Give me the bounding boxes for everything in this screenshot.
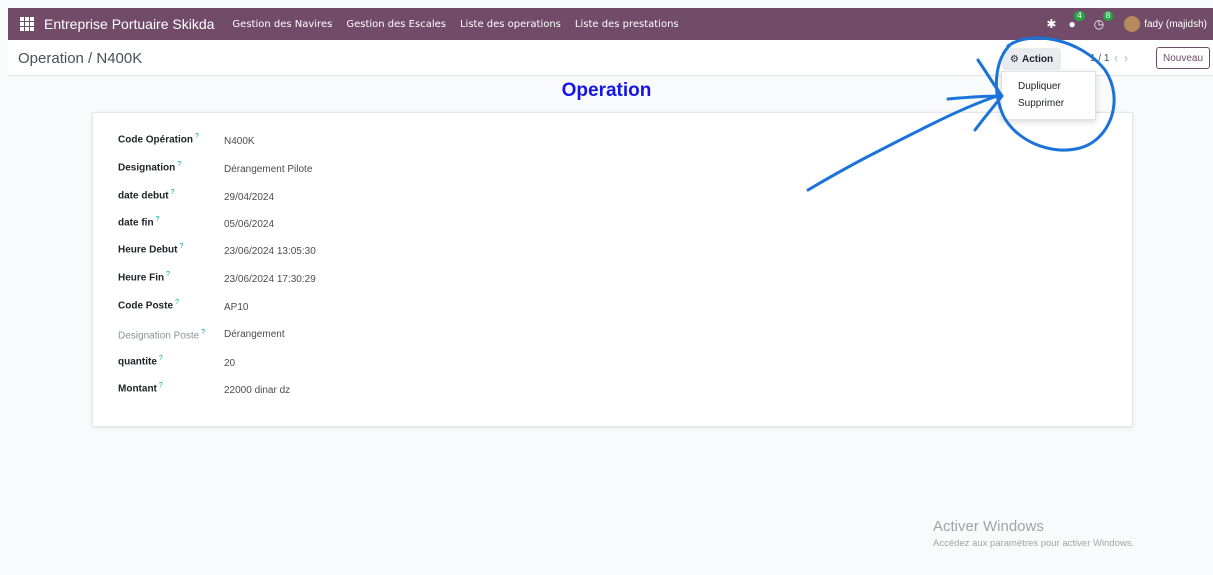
menu-item-operations[interactable]: Liste des operations (460, 19, 561, 30)
field-code-poste: Code Poste? AP10 (118, 299, 248, 313)
field-value[interactable]: 23/06/2024 13:05:30 (224, 246, 316, 257)
field-value[interactable]: AP10 (224, 302, 248, 313)
delete-menu-item[interactable]: Supprimer (1002, 95, 1095, 112)
field-value[interactable]: 05/06/2024 (224, 219, 274, 230)
field-label: date debut? (118, 189, 175, 202)
action-button[interactable]: ⚙ Action (1002, 48, 1062, 70)
field-value[interactable]: 23/06/2024 17:30:29 (224, 274, 316, 285)
field-date-debut: date debut? 29/04/2024 (118, 189, 274, 203)
windows-activation-watermark: Activer Windows Accédez aux paramètres p… (933, 518, 1134, 549)
menu-item-navires[interactable]: Gestion des Navires (232, 19, 332, 30)
new-button[interactable]: Nouveau (1156, 47, 1211, 69)
field-value[interactable]: 20 (224, 358, 235, 369)
help-icon[interactable]: ? (195, 133, 199, 140)
help-icon[interactable]: ? (201, 329, 205, 336)
user-menu[interactable]: fady (majidsh) (1124, 16, 1207, 32)
field-quantite: quantite? 20 (118, 355, 235, 369)
field-label: Code Opération? (118, 133, 199, 146)
field-value: Dérangement (224, 329, 285, 340)
help-icon[interactable]: ? (166, 271, 170, 278)
watermark-title: Activer Windows (933, 518, 1044, 535)
bug-icon[interactable]: ✱ (1046, 17, 1056, 31)
chevron-left-icon[interactable]: ‹ (1114, 51, 1124, 65)
form-sheet: Code Opération? N400K Designation? Déran… (92, 112, 1133, 427)
field-label: Montant? (118, 382, 163, 395)
messages-badge: 4 (1074, 11, 1085, 21)
chevron-right-icon[interactable]: › (1124, 51, 1134, 65)
field-label: Code Poste? (118, 299, 179, 312)
app-brand[interactable]: Entreprise Portuaire Skikda (44, 16, 214, 32)
activities-clock-icon[interactable]: ◷ 8 (1094, 11, 1114, 31)
help-icon[interactable]: ? (156, 216, 160, 223)
menu-item-prestations[interactable]: Liste des prestations (575, 19, 679, 30)
field-code-operation: Code Opération? N400K (118, 133, 255, 147)
activities-badge: 8 (1102, 11, 1114, 21)
help-icon[interactable]: ? (159, 382, 163, 389)
avatar (1124, 16, 1141, 32)
field-heure-fin: Heure Fin? 23/06/2024 17:30:29 (118, 271, 316, 285)
messages-icon[interactable]: ● 4 (1068, 11, 1085, 31)
field-value[interactable]: Dérangement Pilote (224, 164, 312, 175)
field-label: quantite? (118, 355, 163, 368)
top-navbar: Entreprise Portuaire Skikda Gestion des … (8, 8, 1213, 40)
field-value[interactable]: 29/04/2024 (224, 192, 274, 203)
main-menu: Gestion des Navires Gestion des Escales … (232, 19, 692, 30)
field-label: Heure Fin? (118, 271, 171, 284)
help-icon[interactable]: ? (177, 161, 181, 168)
help-icon[interactable]: ? (175, 299, 179, 306)
menu-item-escales[interactable]: Gestion des Escales (346, 19, 446, 30)
field-designation-poste: Designation Poste? Dérangement (118, 329, 285, 341)
field-value[interactable]: N400K (224, 136, 255, 147)
field-label: date fin? (118, 216, 160, 229)
navbar-systray: ✱ ● 4 ◷ 8 fady (majidsh) (1046, 11, 1207, 32)
field-designation: Designation? Dérangement Pilote (118, 161, 312, 175)
pager-value[interactable]: 1 / 1 (1090, 53, 1109, 64)
field-label: Heure Debut? (118, 243, 184, 256)
watermark-subtitle: Accédez aux paramètres pour activer Wind… (933, 538, 1135, 549)
action-dropdown-menu: Dupliquer Supprimer (1001, 71, 1096, 120)
help-icon[interactable]: ? (179, 243, 183, 250)
field-heure-debut: Heure Debut? 23/06/2024 13:05:30 (118, 243, 316, 257)
duplicate-menu-item[interactable]: Dupliquer (1002, 78, 1095, 95)
field-label: Designation? (118, 161, 182, 174)
field-date-fin: date fin? 05/06/2024 (118, 216, 274, 230)
action-label: Action (1021, 53, 1054, 65)
help-icon[interactable]: ? (159, 355, 163, 362)
field-value[interactable]: 22000 dinar dz (224, 385, 290, 396)
field-montant: Montant? 22000 dinar dz (118, 382, 290, 396)
breadcrumb[interactable]: Operation / N400K (18, 50, 142, 67)
pager-arrows: ‹› (1114, 51, 1134, 65)
field-label: Designation Poste? (118, 329, 206, 342)
help-icon[interactable]: ? (171, 189, 175, 196)
user-name: fady (majidsh) (1144, 18, 1207, 30)
gear-icon: ⚙ (1010, 53, 1019, 65)
apps-menu-icon[interactable] (20, 17, 34, 31)
